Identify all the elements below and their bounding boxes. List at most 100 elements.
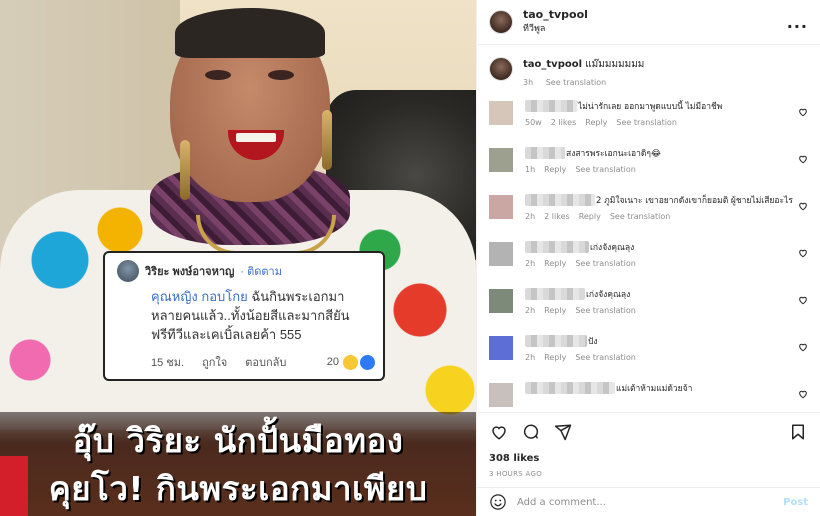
comment-like-heart-icon[interactable]	[798, 201, 808, 214]
comment-reply[interactable]: Reply	[544, 165, 566, 174]
comment-avatar[interactable]	[489, 336, 513, 360]
comment-avatar[interactable]	[489, 383, 513, 407]
comment-icon[interactable]	[521, 422, 541, 442]
post-image[interactable]: วิริยะ พงษ์อาจหาญ · ติดตาม คุณหญิง กอบโก…	[0, 0, 476, 516]
like-reaction-icon	[360, 354, 375, 370]
image-eye-right	[268, 70, 294, 80]
post-actions: 308 likes 3 HOURS AGO	[477, 412, 820, 478]
headline-line-1: อุ๊บ วิริยะ นักปั้นมือทอง	[72, 421, 404, 460]
comment-username-redacted[interactable]	[525, 100, 577, 112]
comment-reply[interactable]: Reply	[544, 259, 566, 268]
comment-time: 2h	[525, 212, 536, 221]
caption-username[interactable]: tao_tvpool	[523, 59, 582, 70]
comment-like-heart-icon[interactable]	[798, 248, 808, 261]
comment-username-redacted[interactable]	[525, 382, 615, 394]
comment-avatar[interactable]	[489, 101, 513, 125]
heart-icon[interactable]	[489, 422, 509, 442]
post-header: tao_tvpool ทีวีพูล ...	[477, 0, 820, 45]
author-username[interactable]: tao_tvpool	[523, 8, 588, 22]
card-reaction-count: 20	[326, 356, 339, 368]
comment-reply[interactable]: Reply	[544, 306, 566, 315]
card-text-3: ฟรีทีวีและเคเบิ้ลเลยค้า 555	[151, 327, 302, 342]
comment-item: ปัง 2h Reply See translation	[485, 334, 810, 381]
caption-time: 3h	[523, 78, 534, 87]
post-side-panel: tao_tvpool ทีวีพูล ... tao_tvpool แม๊มมม…	[476, 0, 820, 516]
comment-item: 2 ภูมิใจเนาะ เขาอยากดังเขาก็ยอมติ ผู้ชาย…	[485, 193, 810, 240]
comment-see-translation[interactable]: See translation	[575, 353, 635, 362]
caption-text: แม๊มมมมมมม	[585, 59, 645, 70]
comment-text: สงสารพระเอกนะเอาดิๆ😂	[566, 149, 661, 159]
comment-text: แม่เต้าห้ามแม่ด้วยจ้า	[616, 384, 693, 394]
comment-like-heart-icon[interactable]	[798, 389, 808, 402]
image-eye-left	[205, 70, 231, 80]
haha-reaction-icon	[343, 354, 358, 370]
comment-see-translation[interactable]: See translation	[575, 165, 635, 174]
comment-avatar[interactable]	[489, 195, 513, 219]
card-like: ถูกใจ	[202, 357, 228, 369]
comment-username-redacted[interactable]	[525, 288, 585, 300]
card-body: คุณหญิง กอบโกย ฉันกินพระเอกมา หลายคนแล้ว…	[151, 287, 373, 344]
image-hair	[175, 8, 325, 58]
card-text-1: ฉันกินพระเอกมา	[247, 289, 345, 304]
comment-avatar[interactable]	[489, 148, 513, 172]
comment-time: 1h	[525, 165, 536, 174]
caption-avatar[interactable]	[489, 57, 513, 81]
comment-username-redacted[interactable]	[525, 147, 565, 159]
comment-see-translation[interactable]: See translation	[616, 118, 676, 127]
headline-line-2: คุยโว! กินพระเอกมาเพียบ	[48, 469, 428, 508]
comment-item: สงสารพระเอกนะเอาดิๆ😂 1h Reply See translati…	[485, 146, 810, 193]
image-necklace	[196, 215, 336, 255]
card-meta: 15 ชม. ถูกใจ ตอบกลับ 20	[151, 353, 375, 371]
comment-like-heart-icon[interactable]	[798, 107, 808, 120]
card-follow: · ติดตาม	[240, 266, 282, 278]
comment-item: เก่งจังคุณลุง 2h Reply See translation	[485, 287, 810, 334]
embedded-comment-card: วิริยะ พงษ์อาจหาญ · ติดตาม คุณหญิง กอบโก…	[103, 251, 385, 381]
post-button[interactable]: Post	[783, 497, 808, 508]
author-avatar[interactable]	[489, 10, 513, 34]
comment-text: เก่งจังคุณลุง	[586, 290, 631, 300]
card-reply: ตอบกลับ	[245, 357, 287, 369]
comment-time: 2h	[525, 306, 536, 315]
comment-username-redacted[interactable]	[525, 194, 595, 206]
comment-text: ไม่น่ารักเลย ออกมาพูดแบบนี้ ไม่มีอาชีพ	[578, 102, 723, 112]
comment-reply[interactable]: Reply	[579, 212, 601, 221]
author-subtitle[interactable]: ทีวีพูล	[523, 22, 588, 36]
comment-see-translation[interactable]: See translation	[575, 306, 635, 315]
comment-text: เก่งจังคุณลุง	[590, 243, 635, 253]
comment-username-redacted[interactable]	[525, 241, 589, 253]
more-options-icon[interactable]: ...	[787, 13, 808, 32]
comment-see-translation[interactable]: See translation	[610, 212, 670, 221]
comment-reply[interactable]: Reply	[585, 118, 607, 127]
caption-see-translation[interactable]: See translation	[546, 78, 606, 87]
comment-likes[interactable]: 2 likes	[551, 118, 577, 127]
share-icon[interactable]	[553, 422, 573, 442]
comment-item: ไม่น่ารักเลย ออกมาพูดแบบนี้ ไม่มีอาชีพ 50…	[485, 99, 810, 146]
card-text-2: หลายคนแล้ว..ทั้งน้อยสีและมากสียัน	[151, 308, 350, 323]
comment-text: ปัง	[588, 337, 598, 347]
comment-text: 2 ภูมิใจเนาะ เขาอยากดังเขาก็ยอมติ ผู้ชาย…	[596, 196, 793, 206]
card-time: 15 ชม.	[151, 357, 185, 369]
comment-like-heart-icon[interactable]	[798, 154, 808, 167]
comment-avatar[interactable]	[489, 242, 513, 266]
comment-see-translation[interactable]: See translation	[575, 259, 635, 268]
post-date: 3 HOURS AGO	[489, 470, 543, 478]
emoji-icon[interactable]	[489, 493, 507, 511]
bookmark-icon[interactable]	[788, 422, 808, 442]
card-avatar	[117, 260, 139, 282]
comment-likes[interactable]: 2 likes	[544, 212, 570, 221]
comment-item: เก่งจังคุณลุง 2h Reply See translation	[485, 240, 810, 287]
likes-count[interactable]: 308 likes	[489, 453, 808, 464]
card-tag: คุณหญิง กอบโกย	[151, 289, 248, 304]
card-name: วิริยะ พงษ์อาจหาญ	[145, 266, 235, 278]
add-comment-input[interactable]: Add a comment...	[517, 497, 783, 508]
comment-reply[interactable]: Reply	[544, 353, 566, 362]
comment-like-heart-icon[interactable]	[798, 342, 808, 355]
comment-avatar[interactable]	[489, 289, 513, 313]
add-comment-bar: Add a comment... Post	[477, 487, 820, 516]
instagram-post-view: วิริยะ พงษ์อาจหาญ · ติดตาม คุณหญิง กอบโก…	[0, 0, 820, 516]
comment-time: 2h	[525, 259, 536, 268]
comment-like-heart-icon[interactable]	[798, 295, 808, 308]
post-caption: tao_tvpool แม๊มมมมมมม 3h See translation	[477, 45, 820, 99]
comments-list: ไม่น่ารักเลย ออกมาพูดแบบนี้ ไม่มีอาชีพ 50…	[477, 99, 820, 428]
comment-username-redacted[interactable]	[525, 335, 587, 347]
